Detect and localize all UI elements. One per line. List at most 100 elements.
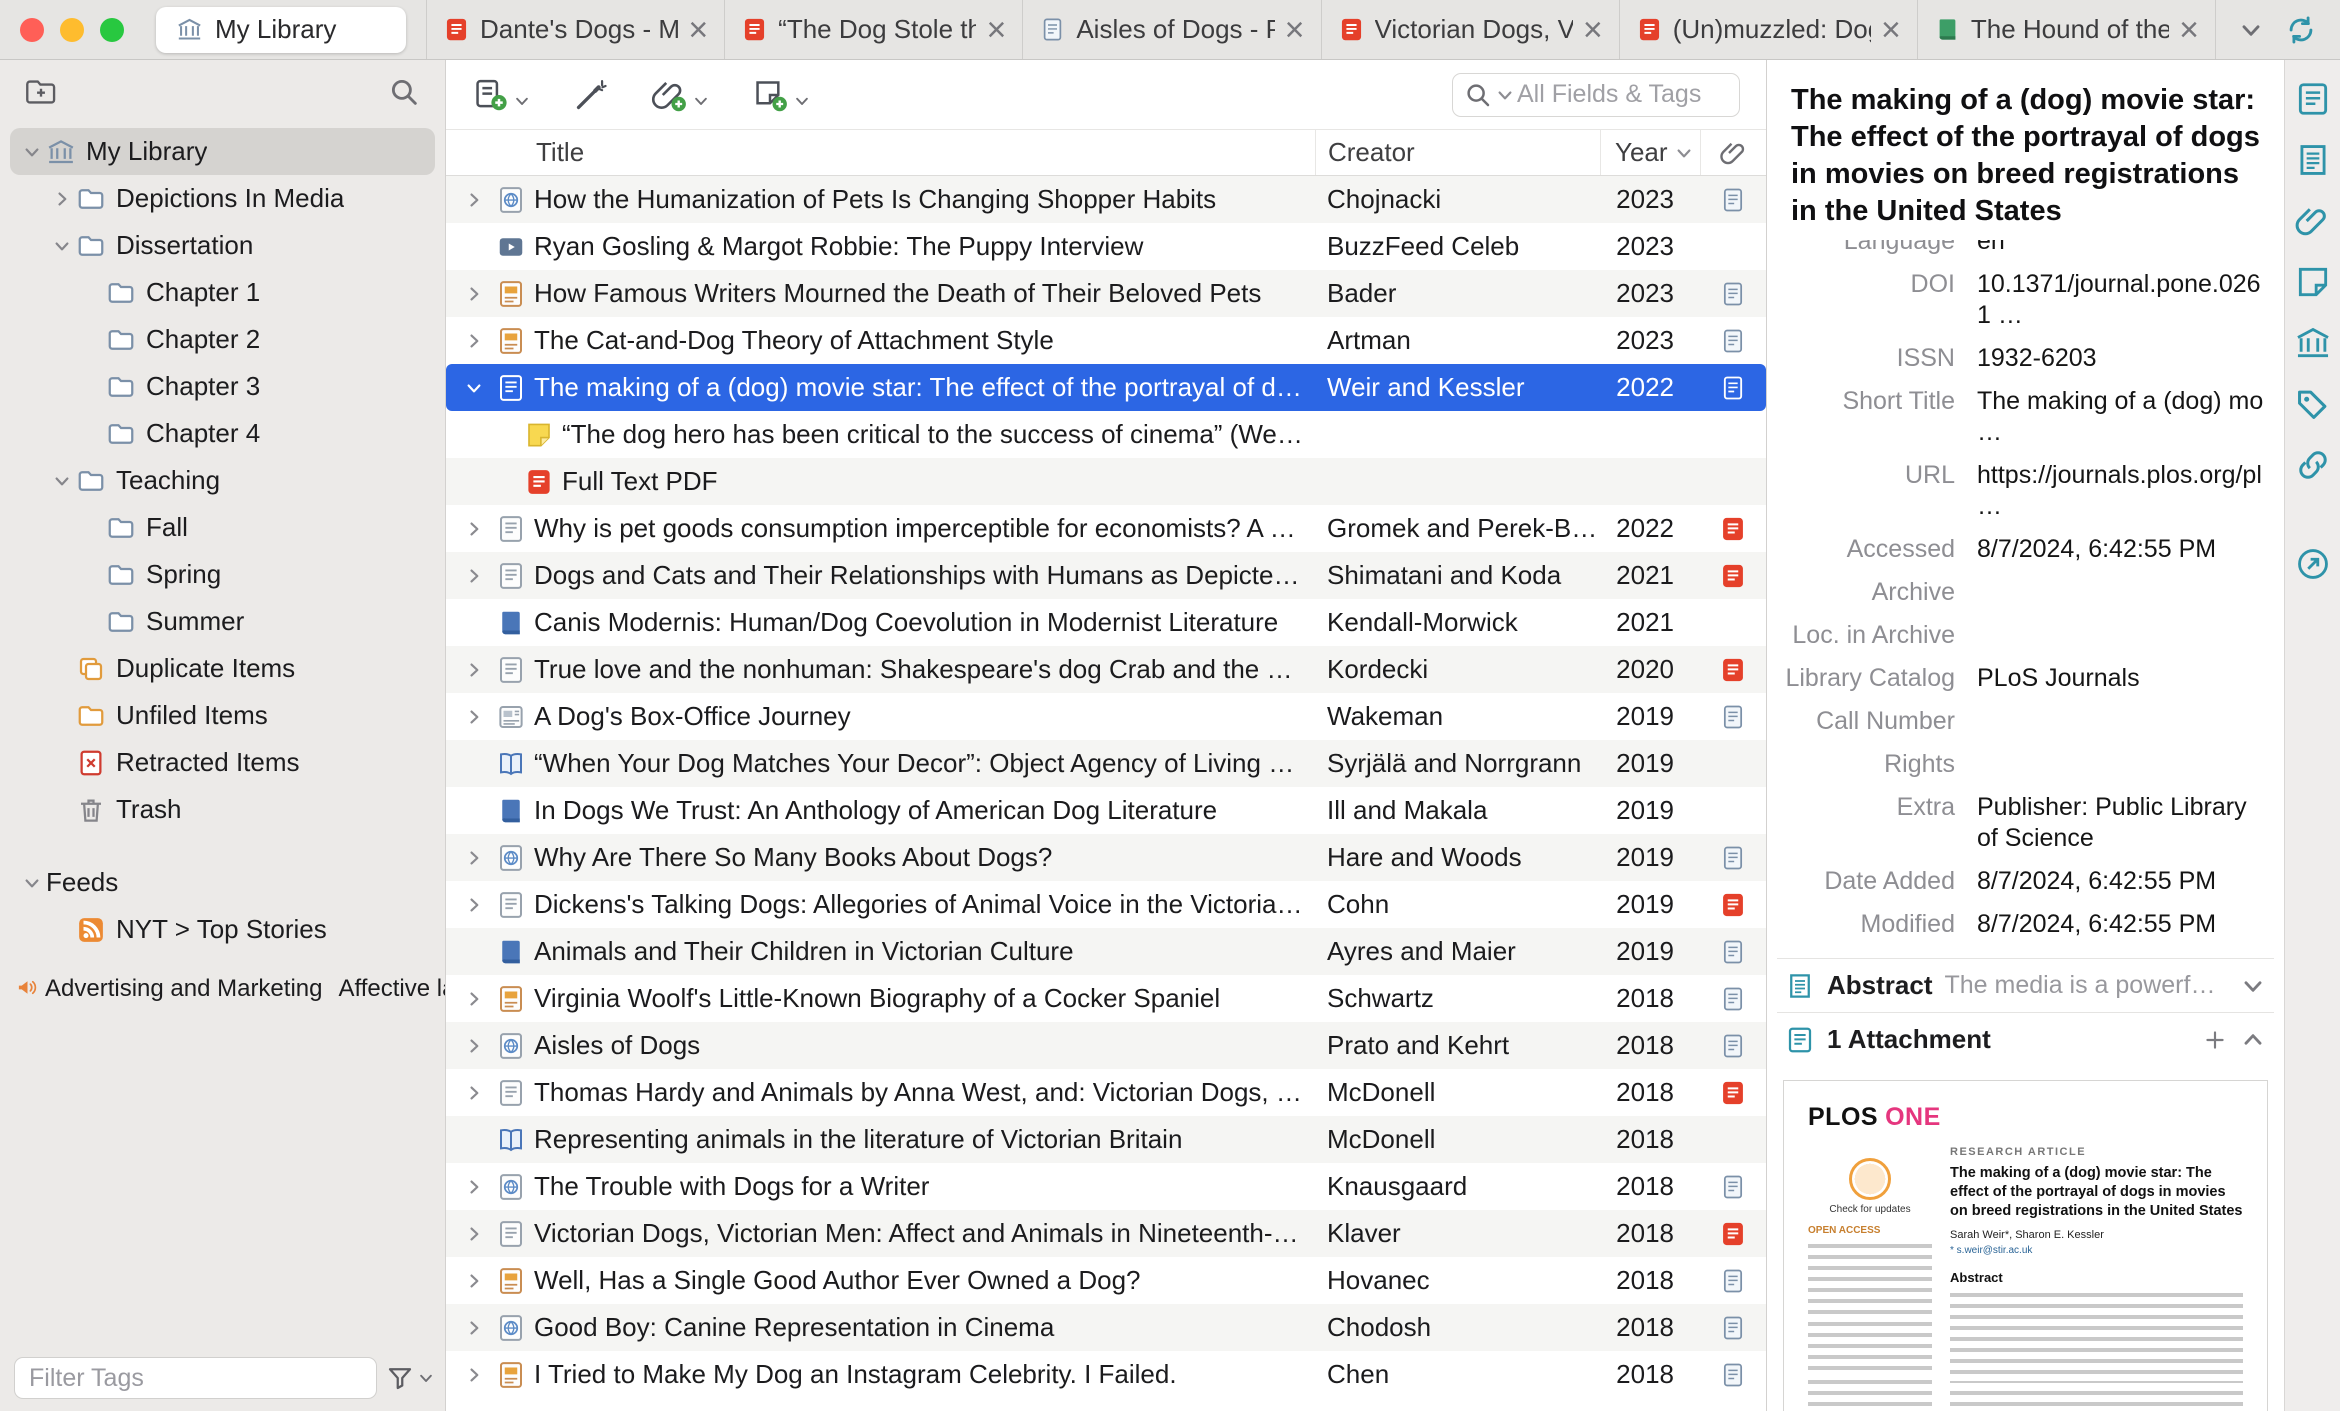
search-field[interactable] [1452, 72, 1740, 117]
document-tab[interactable]: “The Dog Stole the × [724, 0, 1022, 59]
twisty-icon[interactable] [48, 471, 76, 491]
tag-filter-input[interactable] [14, 1357, 377, 1399]
twisty-icon[interactable] [18, 873, 46, 893]
close-tab-icon[interactable]: × [2179, 13, 2199, 47]
field-value[interactable]: The making of a (dog) mo … [1977, 386, 2264, 448]
item-row[interactable]: The Trouble with Dogs for a Writer Knausg… [446, 1163, 1766, 1210]
sidebar-item-summer[interactable]: Summer [10, 598, 435, 645]
document-tab[interactable]: The Hound of the B × [1916, 0, 2217, 59]
tags-pane-button[interactable] [2294, 385, 2332, 423]
column-header-title[interactable]: Title [446, 130, 1315, 175]
close-tab-icon[interactable]: × [986, 13, 1006, 47]
item-row[interactable]: Why Are There So Many Books About Dogs? H… [446, 834, 1766, 881]
locate-button[interactable] [2294, 545, 2332, 583]
sync-icon[interactable] [2284, 13, 2318, 47]
item-row[interactable]: Victorian Dogs, Victorian Men: Affect an… [446, 1210, 1766, 1257]
sidebar-item-spring[interactable]: Spring [10, 551, 435, 598]
tag-advertising-and-marketing[interactable]: Advertising and Marketing [16, 975, 322, 1002]
item-row[interactable]: Thomas Hardy and Animals by Anna West, a… [446, 1069, 1766, 1116]
attachments-pane-button[interactable] [2294, 202, 2332, 240]
sidebar-item-chapter-4[interactable]: Chapter 4 [10, 410, 435, 457]
item-row[interactable]: True love and the nonhuman: Shakespeare'… [446, 646, 1766, 693]
twisty-icon[interactable] [460, 1036, 488, 1056]
item-row[interactable]: A Dog's Box-Office Journey Wakeman 2019 [446, 693, 1766, 740]
sidebar-item-fall[interactable]: Fall [10, 504, 435, 551]
field-value[interactable]: en [1977, 240, 2264, 257]
twisty-icon[interactable] [48, 236, 76, 256]
sidebar-item-feeds[interactable]: Feeds [10, 859, 435, 906]
sidebar-item-dissertation[interactable]: Dissertation [10, 222, 435, 269]
sidebar-item-chapter-3[interactable]: Chapter 3 [10, 363, 435, 410]
sidebar-item-teaching[interactable]: Teaching [10, 457, 435, 504]
field-value[interactable]: Publisher: Public Library of Science [1977, 792, 2264, 854]
close-tab-icon[interactable]: × [1285, 13, 1305, 47]
twisty-icon[interactable] [460, 1224, 488, 1244]
close-tab-icon[interactable]: × [1583, 13, 1603, 47]
attachment-row[interactable]: Full Text PDF [446, 458, 1766, 505]
field-value[interactable]: 10.1371/journal.pone.0261 … [1977, 269, 2264, 331]
twisty-icon[interactable] [48, 189, 76, 209]
twisty-icon[interactable] [460, 707, 488, 727]
attachments-section[interactable]: 1 Attachment [1777, 1012, 2274, 1066]
libraries-collections-pane-button[interactable] [2294, 324, 2332, 362]
field-value[interactable]: https://journals.plos.org/pl … [1977, 460, 2264, 522]
sidebar-item-chapter-1[interactable]: Chapter 1 [10, 269, 435, 316]
item-row[interactable]: Virginia Woolf's Little-Known Biography … [446, 975, 1766, 1022]
twisty-icon[interactable] [460, 1365, 488, 1385]
document-tab[interactable]: (Un)muzzled: Dogs × [1618, 0, 1917, 59]
item-row[interactable]: Good Boy: Canine Representation in Cinem… [446, 1304, 1766, 1351]
collection-search-button[interactable] [387, 75, 421, 109]
field-value[interactable]: 1932-6203 [1977, 343, 2264, 374]
search-scope-chevron-icon[interactable] [1495, 85, 1515, 105]
notes-pane-button[interactable] [2294, 263, 2332, 301]
item-row[interactable]: In Dogs We Trust: An Anthology of Americ… [446, 787, 1766, 834]
item-row[interactable]: Canis Modernis: Human/Dog Coevolution in… [446, 599, 1766, 646]
chevron-up-icon[interactable] [2240, 1027, 2266, 1053]
new-item-button[interactable] [472, 77, 531, 113]
twisty-icon[interactable] [460, 1318, 488, 1338]
column-header-attachments[interactable] [1700, 130, 1766, 175]
close-window-button[interactable] [20, 17, 44, 42]
close-tab-icon[interactable]: × [688, 13, 708, 47]
item-row[interactable]: Ryan Gosling & Margot Robbie: The Puppy … [446, 223, 1766, 270]
field-value[interactable] [1977, 706, 2264, 737]
sidebar-item-retracted-items[interactable]: Retracted Items [10, 739, 435, 786]
document-tab[interactable]: Aisles of Dogs - Pra × [1022, 0, 1320, 59]
item-row[interactable]: How Famous Writers Mourned the Death of … [446, 270, 1766, 317]
tab-my-library[interactable]: My Library [156, 6, 406, 53]
tab-list-chevron-icon[interactable] [2238, 17, 2264, 43]
add-by-identifier-button[interactable] [573, 77, 609, 113]
twisty-icon[interactable] [460, 519, 488, 539]
field-value[interactable] [1977, 620, 2264, 651]
chevron-down-icon[interactable] [417, 1369, 435, 1387]
item-row[interactable]: Representing animals in the literature o… [446, 1116, 1766, 1163]
twisty-icon[interactable] [460, 1271, 488, 1291]
item-row[interactable]: I Tried to Make My Dog an Instagram Cele… [446, 1351, 1766, 1398]
twisty-icon[interactable] [460, 989, 488, 1009]
twisty-icon[interactable] [460, 1083, 488, 1103]
twisty-icon[interactable] [460, 895, 488, 915]
twisty-icon[interactable] [460, 848, 488, 868]
item-row[interactable]: Animals and Their Children in Victorian … [446, 928, 1766, 975]
document-tab[interactable]: Dante's Dogs - Man × [426, 0, 724, 59]
sidebar-item-duplicate-items[interactable]: Duplicate Items [10, 645, 435, 692]
item-row[interactable]: The Cat-and-Dog Theory of Attachment Sty… [446, 317, 1766, 364]
abstract-section[interactable]: Abstract The media is a powerful forc… [1777, 958, 2274, 1012]
sidebar-item-chapter-2[interactable]: Chapter 2 [10, 316, 435, 363]
add-attachment-button[interactable] [651, 77, 710, 113]
sidebar-item-unfiled-items[interactable]: Unfiled Items [10, 692, 435, 739]
add-attachment-icon[interactable] [2202, 1027, 2228, 1053]
field-value[interactable]: 8/7/2024, 6:42:55 PM [1977, 866, 2264, 897]
tag-affective-labor[interactable]: Affective labor [338, 975, 445, 1002]
related-pane-button[interactable] [2294, 446, 2332, 484]
twisty-icon[interactable] [460, 1177, 488, 1197]
item-row[interactable]: Aisles of Dogs Prato and Kehrt 2018 [446, 1022, 1766, 1069]
twisty-icon[interactable] [460, 566, 488, 586]
twisty-icon[interactable] [460, 190, 488, 210]
sidebar-item-nyt-top-stories[interactable]: NYT > Top Stories [10, 906, 435, 953]
field-value[interactable] [1977, 749, 2264, 780]
minimize-window-button[interactable] [60, 17, 84, 42]
info-pane-button[interactable] [2294, 80, 2332, 118]
chevron-down-icon[interactable] [2240, 973, 2266, 999]
new-note-button[interactable] [752, 77, 811, 113]
